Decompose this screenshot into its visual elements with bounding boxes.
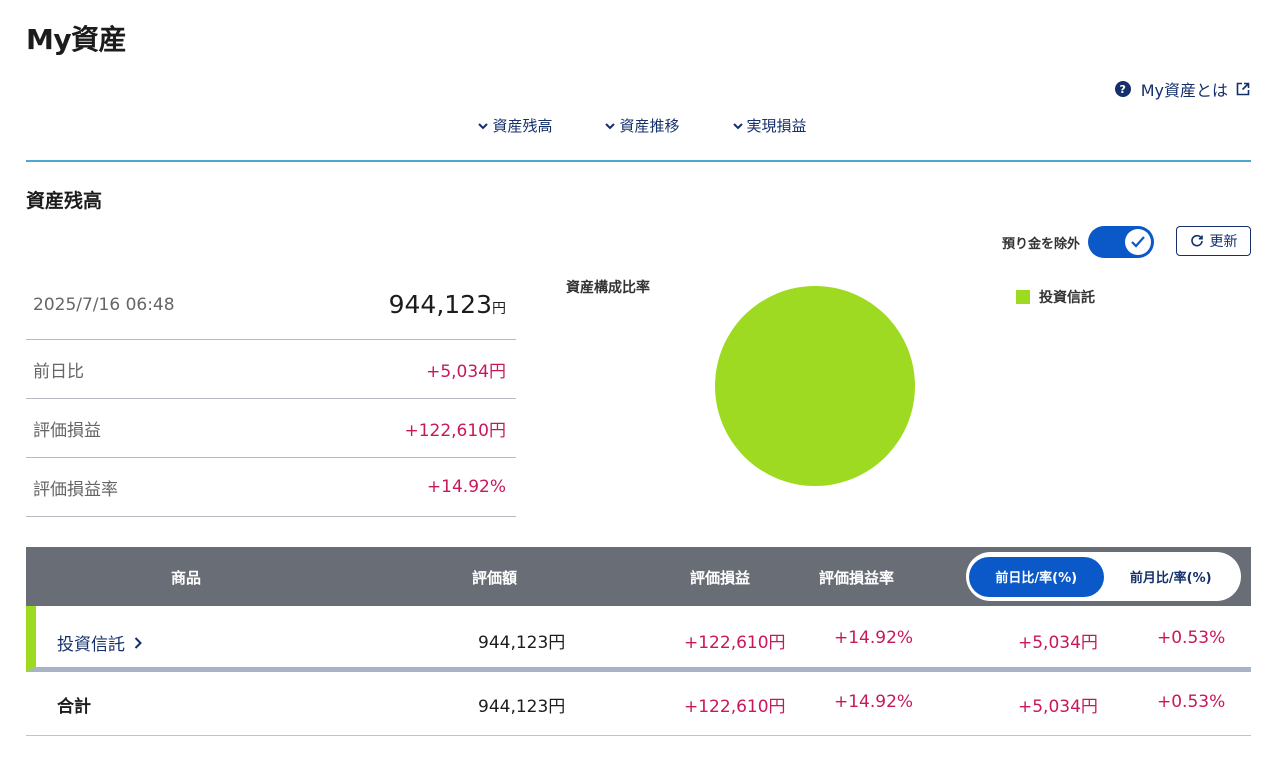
cell-diff: +5,034円 <box>1018 633 1098 653</box>
external-link-icon <box>1236 82 1250 96</box>
cell-rate: +14.92% <box>834 628 914 648</box>
nav-tab-label: 実現損益 <box>746 117 807 135</box>
summary-row-label: 評価損益 <box>33 420 101 441</box>
nav-tab-balance[interactable]: 資産残高 <box>477 115 552 136</box>
composition-chart-title: 資産構成比率 <box>566 280 650 296</box>
summary-list: 2025/7/16 06:48 944,123円 前日比 +5,034円 評価損… <box>26 266 516 517</box>
pie-slice <box>715 286 915 486</box>
holdings-table: 商品 評価額 評価損益 評価損益率 前日比/率(%) 前月比/率(%) 投資信託… <box>26 547 1251 736</box>
cell-diff-rate: +0.53% <box>1157 692 1226 712</box>
cell-diff: +5,034円 <box>1018 697 1098 717</box>
cell-rate: +14.92% <box>834 692 914 712</box>
refresh-label: 更新 <box>1209 234 1238 250</box>
summary-row-daily: 前日比 +5,034円 <box>26 340 516 399</box>
chevron-down-icon <box>605 122 616 129</box>
summary-row-value: +5,034円 <box>426 361 506 382</box>
legend-swatch <box>1016 290 1030 304</box>
table-header: 商品 評価額 評価損益 評価損益率 前日比/率(%) 前月比/率(%) <box>26 547 1251 606</box>
nav-divider <box>26 160 1251 162</box>
composition-pie-chart <box>715 286 915 486</box>
table-total-row: 合計 944,123円 +122,610円 +14.92% +5,034円 +0… <box>26 672 1251 736</box>
fund-name: 投資信託 <box>57 635 125 655</box>
cell-gain: +122,610円 <box>684 697 786 717</box>
refresh-icon <box>1190 234 1203 247</box>
summary-datetime: 2025/7/16 06:48 <box>33 294 175 315</box>
total-value-number: 944,123 <box>388 290 492 319</box>
refresh-button[interactable]: 更新 <box>1176 226 1251 256</box>
summary-row-rate: 評価損益率 +14.92% <box>26 458 516 517</box>
chevron-right-icon <box>134 636 142 649</box>
segment-monthly[interactable]: 前月比/率(%) <box>1104 557 1239 597</box>
yen-unit: 円 <box>492 301 506 317</box>
nav-tab-trend[interactable]: 資産推移 <box>604 115 680 136</box>
summary-row-label: 評価損益率 <box>33 479 118 500</box>
cell-value: 944,123円 <box>478 633 566 653</box>
exclude-deposit-toggle[interactable] <box>1088 226 1155 258</box>
summary-row-label: 前日比 <box>33 361 84 382</box>
summary-total-row: 2025/7/16 06:48 944,123円 <box>26 266 516 340</box>
comparison-segment: 前日比/率(%) 前月比/率(%) <box>966 552 1241 601</box>
header-gain: 評価損益 <box>690 569 751 587</box>
header-rate: 評価損益率 <box>819 569 895 587</box>
chevron-down-icon <box>478 122 489 129</box>
header-value: 評価額 <box>472 569 518 587</box>
summary-row-value: +122,610円 <box>404 420 506 441</box>
fund-link[interactable]: 投資信託 <box>57 630 143 655</box>
nav-tab-label: 資産残高 <box>492 117 553 135</box>
cell-gain: +122,610円 <box>684 633 786 653</box>
question-icon: ? <box>1114 81 1131 97</box>
legend-label: 投資信託 <box>1039 290 1095 306</box>
total-label: 合計 <box>57 697 91 717</box>
nav-tab-realized[interactable]: 実現損益 <box>732 115 807 136</box>
page-title: My資産 <box>26 23 127 56</box>
help-link[interactable]: ? My資産とは <box>1114 77 1250 101</box>
header-product: 商品 <box>171 569 202 587</box>
check-icon <box>1131 236 1145 248</box>
cell-value: 944,123円 <box>478 697 566 717</box>
summary-row-gain: 評価損益 +122,610円 <box>26 399 516 458</box>
segment-daily[interactable]: 前日比/率(%) <box>969 556 1104 597</box>
help-link-label: My資産とは <box>1140 81 1228 100</box>
cell-diff-rate: +0.53% <box>1157 628 1226 648</box>
toggle-knob <box>1125 229 1152 255</box>
section-nav: 資産残高 資産推移 実現損益 <box>0 115 1272 136</box>
section-title: 資産残高 <box>26 190 103 212</box>
summary-total-value: 944,123円 <box>389 290 506 319</box>
chevron-down-icon <box>732 122 743 129</box>
chart-legend: 投資信託 <box>1016 287 1095 307</box>
nav-tab-label: 資産推移 <box>619 117 680 135</box>
table-row: 投資信託 944,123円 +122,610円 +14.92% +5,034円 … <box>26 606 1251 672</box>
exclude-deposit-toggle-group: 預り金を除外 <box>1002 226 1155 258</box>
summary-row-value: +14.92% <box>426 477 506 497</box>
toggle-label: 預り金を除外 <box>1002 236 1081 252</box>
